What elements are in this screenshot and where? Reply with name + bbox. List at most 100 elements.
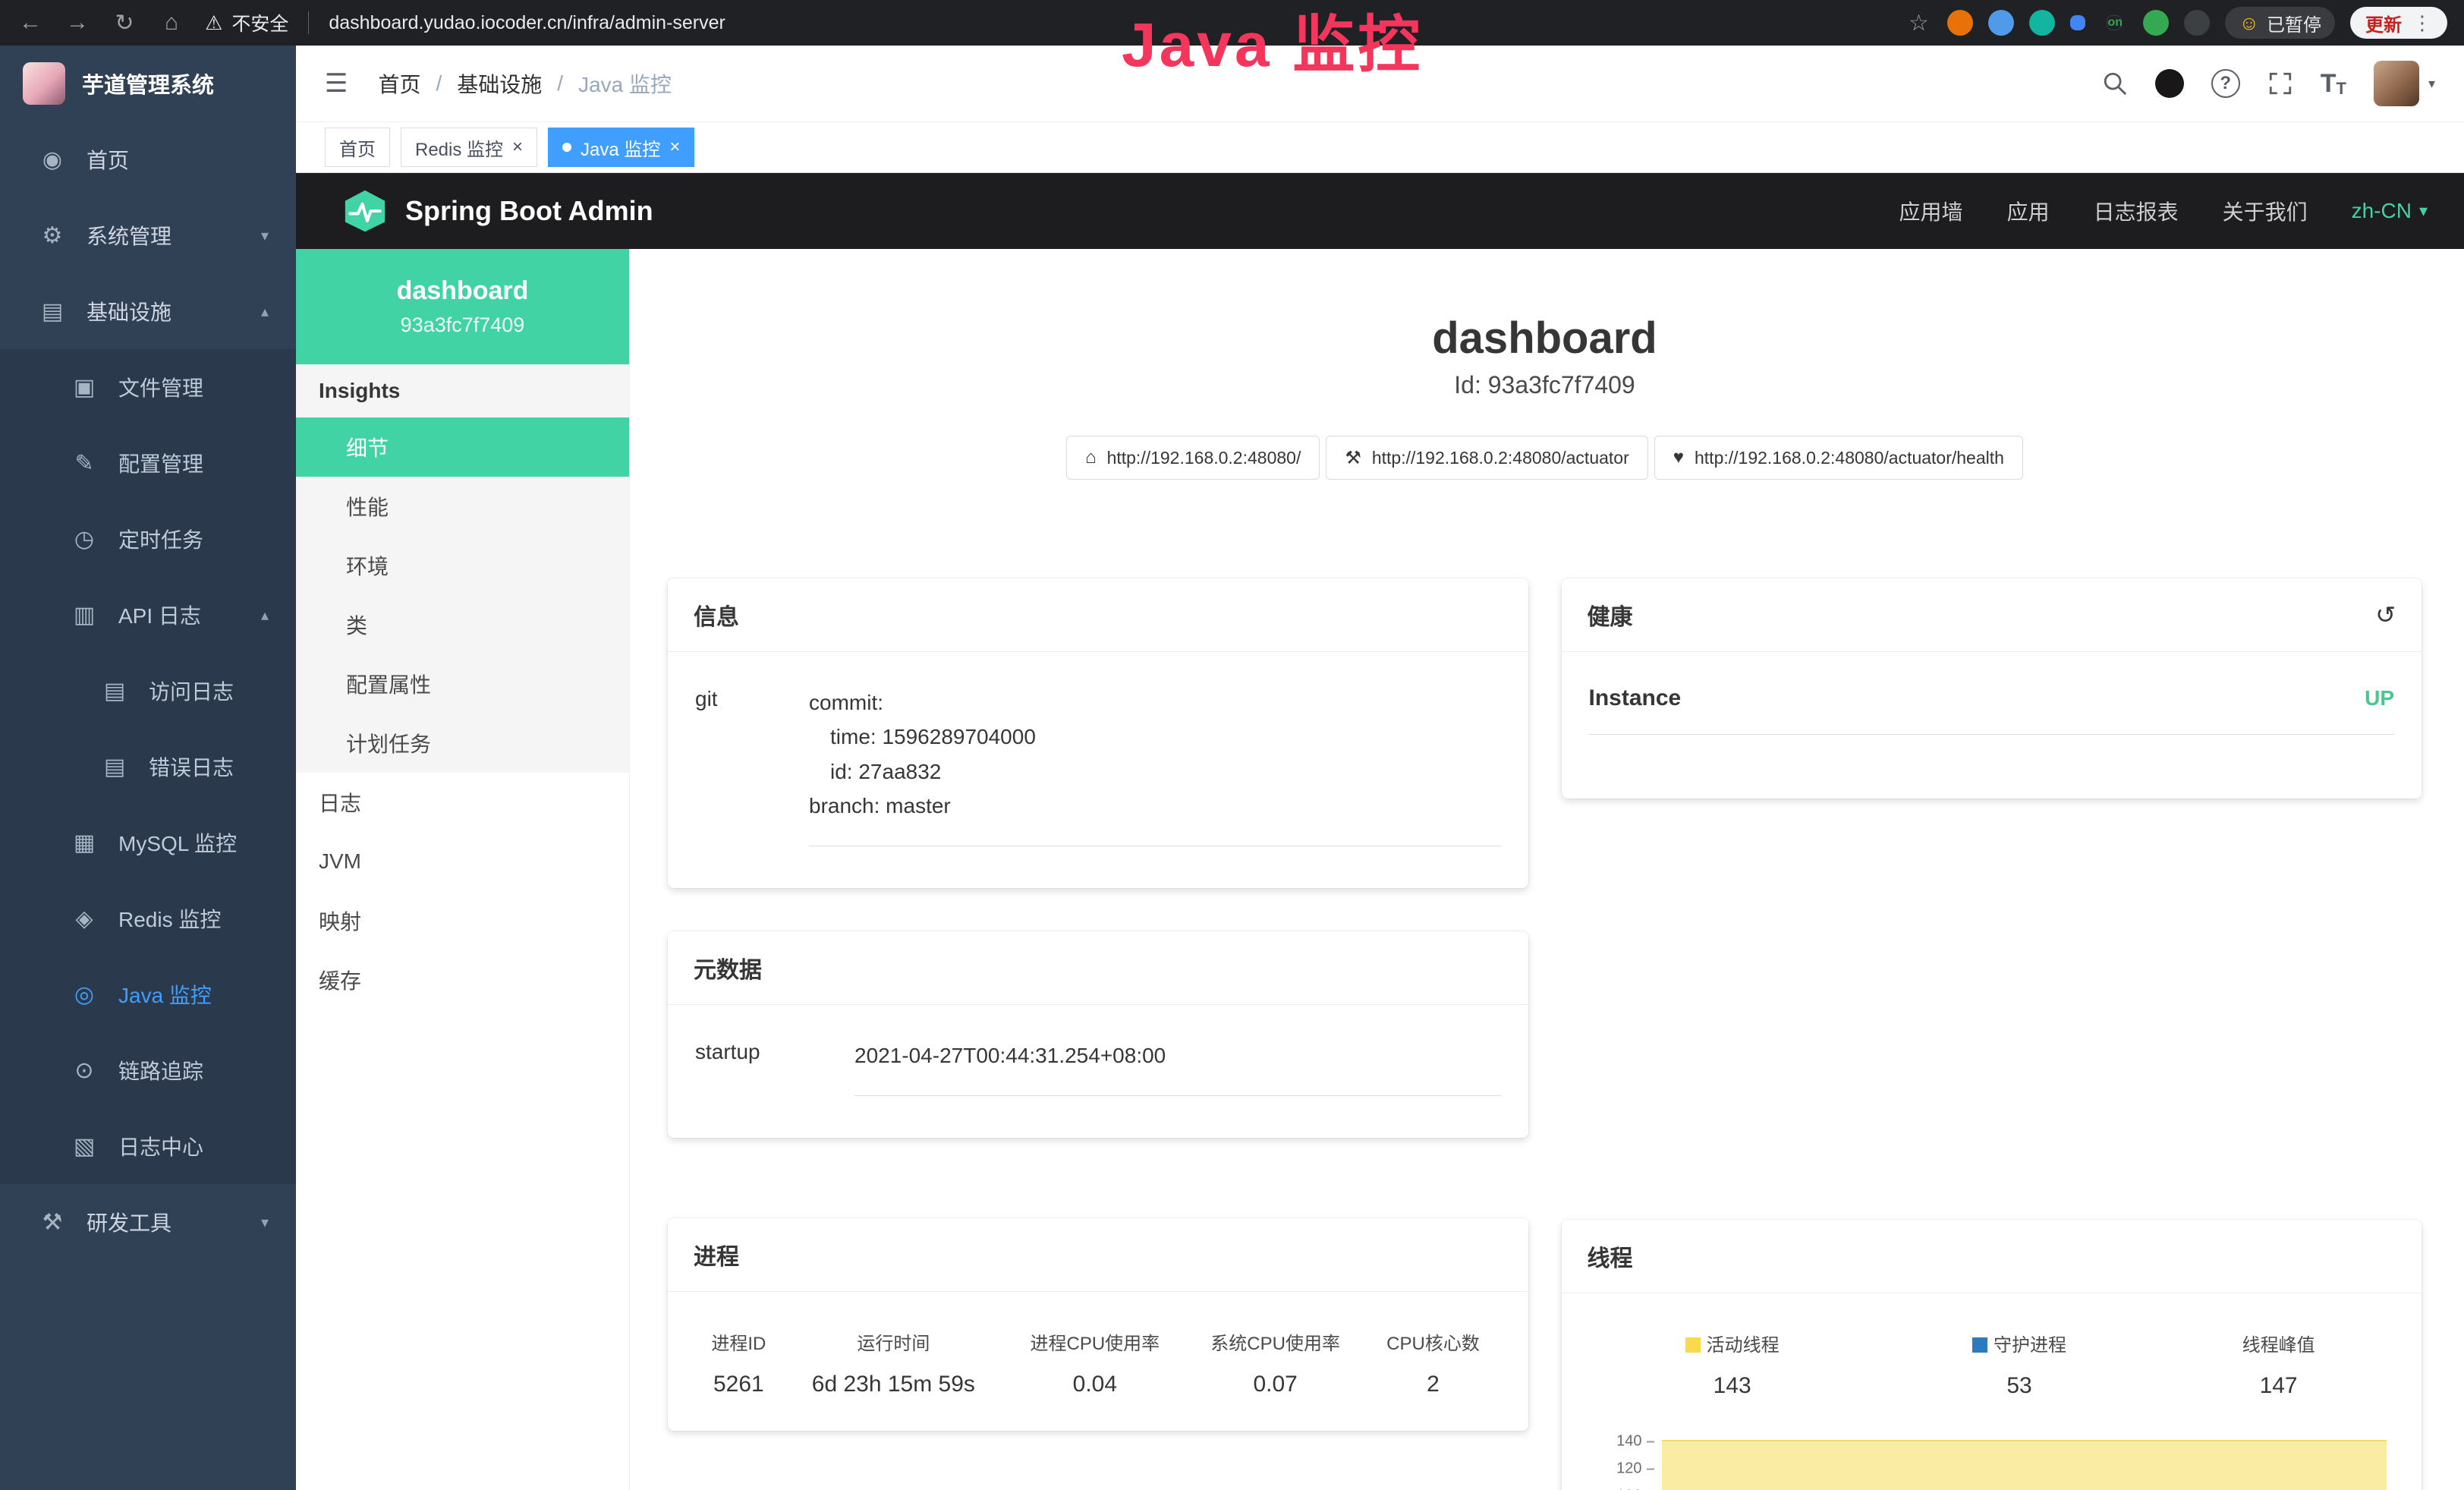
sidebar-item-system-management[interactable]: ⚙ 系统管理 ▾ (0, 197, 296, 273)
card-header: 健康 ↺ (1562, 578, 2422, 652)
y-tick-label: 140 (1616, 1433, 1641, 1450)
locale-selector[interactable]: zh-CN ▾ (2352, 199, 2428, 223)
cpu-cores: 2 (1366, 1372, 1501, 1397)
sidebar-item-config-management[interactable]: ✎ 配置管理 (0, 425, 296, 501)
menu-item-details[interactable]: 细节 (296, 417, 629, 477)
sba-brand-title[interactable]: Spring Boot Admin (405, 195, 653, 227)
instance-actuator-link[interactable]: ⚒ http://192.168.0.2:48080/actuator (1326, 436, 1647, 480)
search-icon[interactable] (2102, 71, 2128, 96)
sidebar-item-scheduled-jobs[interactable]: ◷ 定时任务 (0, 501, 296, 577)
menu-item-caches[interactable]: 缓存 (296, 950, 629, 1010)
sba-nav-links: 应用墙 应用 日志报表 关于我们 zh-CN ▾ (1899, 196, 2428, 226)
card-body: 活动线程 守护进程 线程峰值 143 (1562, 1293, 2422, 1490)
info-card: 信息 git commit: time: 1596289704000 id: 2… (668, 578, 1528, 888)
menu-item-metrics[interactable]: 性能 (296, 477, 629, 536)
sidebar-item-dev-tools[interactable]: ⚒ 研发工具 ▾ (0, 1184, 296, 1260)
reload-icon[interactable]: ↻ (111, 10, 138, 36)
instance-links: ⌂ http://192.168.0.2:48080/ ⚒ http://192… (668, 436, 2422, 480)
history-icon[interactable]: ↺ (2375, 600, 2396, 629)
chrome-update-button[interactable]: 更新 ⋮ (2350, 7, 2447, 39)
metadata-value: 2021-04-27T00:44:31.254+08:00 (854, 1038, 1501, 1096)
menu-item-jvm[interactable]: JVM (296, 832, 629, 891)
back-icon[interactable]: ← (17, 10, 44, 36)
fullscreen-icon[interactable] (2267, 71, 2293, 96)
tag-java-monitor[interactable]: Java 监控 × (548, 128, 694, 167)
instance-home-link[interactable]: ⌂ http://192.168.0.2:48080/ (1066, 436, 1320, 480)
security-chip[interactable]: ⚠ 不安全 (205, 9, 288, 36)
tag-home[interactable]: 首页 (325, 128, 390, 167)
menu-item-logfile[interactable]: 日志 (296, 773, 629, 832)
bookmark-star-icon[interactable]: ☆ (1905, 10, 1932, 36)
help-icon[interactable]: ? (2211, 69, 2240, 98)
sidebar-item-label: 链路追踪 (118, 1055, 203, 1085)
sidebar-item-java-monitor[interactable]: ◎ Java 监控 (0, 956, 296, 1032)
hamburger-icon[interactable]: ☰ (325, 68, 348, 99)
table-row: 143 53 147 (1589, 1373, 2395, 1399)
extension-icon[interactable] (2184, 10, 2210, 36)
breadcrumb-item[interactable]: 首页 (378, 68, 420, 99)
user-menu[interactable]: ▾ (2374, 61, 2435, 106)
sidebar-item-home[interactable]: ◉ 首页 (0, 121, 296, 197)
menu-item-classes[interactable]: 类 (296, 595, 629, 654)
breadcrumb-separator (436, 71, 442, 96)
instance-header[interactable]: dashboard 93a3fc7f7409 (296, 249, 629, 364)
extension-on-icon[interactable]: on (2107, 15, 2122, 30)
sba-body: dashboard 93a3fc7f7409 Insights 细节 性能 环境… (296, 249, 2464, 1490)
profile-paused-chip[interactable]: ☺ 已暂停 (2225, 7, 2335, 39)
sba-nav-applications[interactable]: 应用 (2007, 196, 2050, 226)
card-title: 进程 (668, 1218, 1528, 1292)
edit-icon: ✎ (70, 450, 99, 477)
extension-icon[interactable] (2029, 10, 2055, 36)
close-icon[interactable]: × (669, 137, 680, 158)
url-divider (308, 11, 309, 34)
sidebar-item-label: 日志中心 (118, 1131, 203, 1161)
sidebar-item-api-logs[interactable]: ▥ API 日志 ▴ (0, 577, 296, 653)
github-icon[interactable] (2155, 69, 2184, 98)
page-title: dashboard (668, 313, 2422, 364)
home-icon[interactable]: ⌂ (158, 10, 185, 36)
metadata-row: startup 2021-04-27T00:44:31.254+08:00 (695, 1038, 1501, 1096)
document-icon: ▥ (70, 602, 99, 628)
extension-icon[interactable] (1947, 10, 1973, 36)
forward-icon[interactable]: → (64, 10, 91, 36)
card-body: Instance UP (1562, 652, 2422, 768)
instance-health-link[interactable]: ♥ http://192.168.0.2:48080/actuator/heal… (1654, 436, 2023, 480)
tags-view-bar: 首页 Redis 监控 × Java 监控 × (296, 121, 2464, 173)
breadcrumb-separator (557, 71, 563, 96)
sidebar-item-mysql-monitor[interactable]: ▦ MySQL 监控 (0, 805, 296, 880)
sidebar-item-infrastructure[interactable]: ▤ 基础设施 ▴ (0, 273, 296, 349)
menu-item-scheduled-tasks[interactable]: 计划任务 (296, 713, 629, 773)
chevron-down-icon: ▾ (2428, 76, 2435, 92)
menu-item-configprops[interactable]: 配置属性 (296, 654, 629, 713)
sidebar-item-redis-monitor[interactable]: ◈ Redis 监控 (0, 880, 296, 956)
topbar-actions: ? TT ▾ (2102, 61, 2435, 106)
sidebar-item-access-logs[interactable]: ▤ 访问日志 (0, 653, 296, 729)
sba-nav-journal[interactable]: 日志报表 (2094, 196, 2179, 226)
breadcrumb-item[interactable]: 基础设施 (457, 68, 542, 99)
status-badge: UP (2365, 686, 2394, 710)
extension-icon[interactable] (2143, 10, 2169, 36)
process-col-header: CPU核心数 (1366, 1325, 1501, 1372)
sidebar-item-log-center[interactable]: ▧ 日志中心 (0, 1108, 296, 1184)
close-icon[interactable]: × (512, 137, 523, 158)
address-bar[interactable]: dashboard.yudao.iocoder.cn/infra/admin-s… (329, 12, 1885, 34)
sidebar-item-label: 错误日志 (149, 751, 234, 782)
tag-redis-monitor[interactable]: Redis 监控 × (401, 128, 537, 167)
sba-nav-about[interactable]: 关于我们 (2223, 196, 2308, 226)
extension-icon[interactable] (2070, 15, 2085, 30)
sidebar-item-file-management[interactable]: ▣ 文件管理 (0, 349, 296, 425)
process-table: 进程ID 运行时间 进程CPU使用率 系统CPU使用率 CPU核心数 (695, 1325, 1501, 1397)
card-title: 线程 (1562, 1220, 2422, 1293)
font-size-icon[interactable]: TT (2321, 69, 2346, 99)
paused-label: 已暂停 (2267, 10, 2321, 36)
sidebar-item-error-logs[interactable]: ▤ 错误日志 (0, 729, 296, 805)
sidebar-item-label: 定时任务 (118, 524, 203, 554)
menu-item-environment[interactable]: 环境 (296, 536, 629, 595)
main-column: ☰ 首页 基础设施 Java 监控 ? (296, 46, 2464, 1490)
locale-label: zh-CN (2352, 199, 2412, 223)
card-title: 信息 (668, 578, 1528, 652)
menu-item-mappings[interactable]: 映射 (296, 891, 629, 950)
sidebar-item-tracing[interactable]: ⊙ 链路追踪 (0, 1032, 296, 1108)
extension-icon[interactable] (1988, 10, 2014, 36)
sba-nav-wallboard[interactable]: 应用墙 (1899, 196, 1963, 226)
